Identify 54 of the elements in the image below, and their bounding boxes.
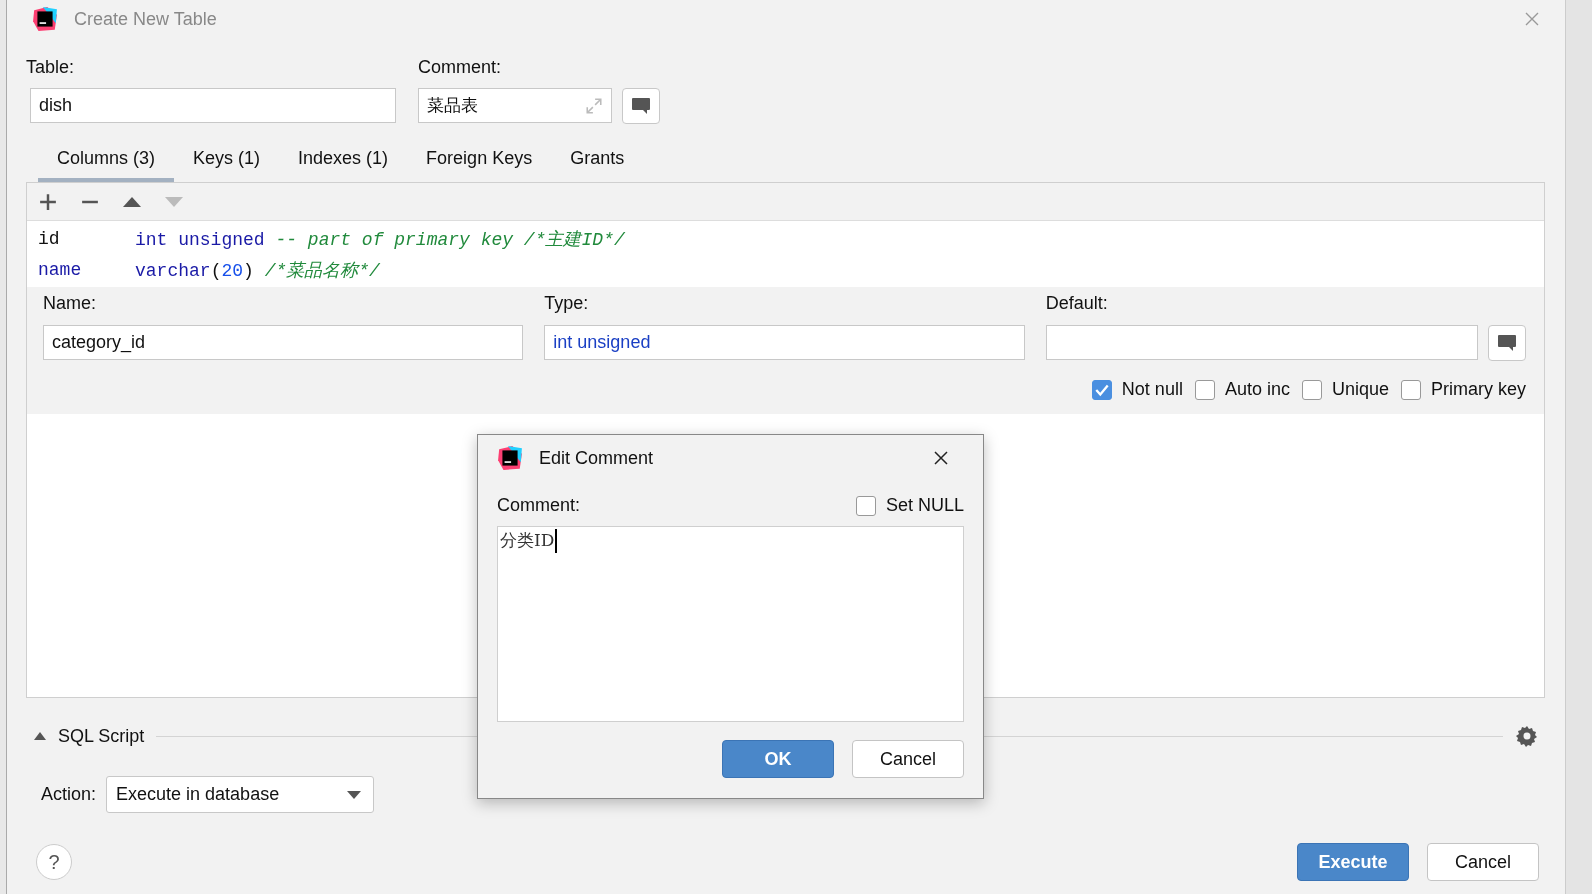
comment-field[interactable]: 菜品表 <box>418 88 612 123</box>
tab[interactable]: Keys (1) <box>174 140 280 182</box>
checkbox[interactable] <box>855 495 876 516</box>
column-definition[interactable]: int unsigned -- part of primary key /*主建ID*/ <box>135 226 625 251</box>
checkbox-label: Unique <box>1331 379 1389 400</box>
column-name-field[interactable]: category_id <box>43 325 524 360</box>
move-down-icon[interactable] <box>165 196 183 207</box>
checkbox[interactable] <box>1091 379 1112 400</box>
app-logo-icon <box>32 6 58 32</box>
speech-bubble-icon <box>1497 334 1517 352</box>
field-label: Type: <box>544 293 590 314</box>
close-icon[interactable] <box>934 451 948 465</box>
move-up-icon[interactable] <box>123 196 141 207</box>
app-logo-icon <box>497 445 523 471</box>
column-name[interactable]: name <box>38 259 135 280</box>
comment-button[interactable] <box>1488 325 1526 361</box>
action-dropdown[interactable]: Execute in database <box>106 776 375 813</box>
settings-icon[interactable] <box>1515 724 1539 748</box>
field-label: Default: <box>1045 293 1109 314</box>
dialog-button[interactable]: Cancel <box>1427 843 1539 881</box>
section-title[interactable]: SQL Script <box>58 725 145 747</box>
checkbox[interactable] <box>1301 379 1322 400</box>
dialog-button[interactable]: OK <box>722 740 834 778</box>
speech-bubble-icon <box>631 97 651 115</box>
column-definition[interactable]: varchar(20) /*菜品名称*/ <box>135 257 380 282</box>
field-label: Comment: <box>418 57 503 78</box>
dialog-title: Edit Comment <box>539 447 654 469</box>
checkbox-label: Not null <box>1121 379 1183 400</box>
help-button[interactable]: ? <box>36 844 72 880</box>
dropdown-caret-icon <box>347 790 362 799</box>
dialog-button[interactable]: Cancel <box>852 740 964 778</box>
field-label: Name: <box>43 293 97 314</box>
field-label: Comment: <box>497 495 581 516</box>
field-label: Action: <box>41 784 97 805</box>
tab[interactable]: Indexes (1) <box>279 140 408 182</box>
checkbox-label: Set NULL <box>885 495 964 516</box>
default-value-field[interactable] <box>1045 325 1478 360</box>
add-icon[interactable] <box>39 192 57 211</box>
comment-text-area[interactable]: 分类ID <box>497 526 964 722</box>
table-name-field[interactable]: dish <box>30 88 396 123</box>
checkbox[interactable] <box>1401 379 1421 400</box>
column-type-field[interactable]: int unsigned <box>544 325 1025 360</box>
checkbox-label: Primary key <box>1431 379 1526 400</box>
collapse-icon[interactable] <box>34 732 46 740</box>
tab[interactable]: Grants <box>551 140 644 182</box>
column-name[interactable]: id <box>38 228 135 249</box>
checkbox-label: Auto inc <box>1224 379 1290 400</box>
tab[interactable]: Foreign Keys <box>407 140 552 182</box>
comment-button[interactable] <box>622 88 660 124</box>
expand-icon[interactable] <box>585 96 603 115</box>
checkbox[interactable] <box>1194 379 1215 400</box>
window-title: Create New Table <box>74 8 218 30</box>
field-label: Table: <box>26 57 76 78</box>
dialog-button[interactable]: Execute <box>1297 843 1409 881</box>
